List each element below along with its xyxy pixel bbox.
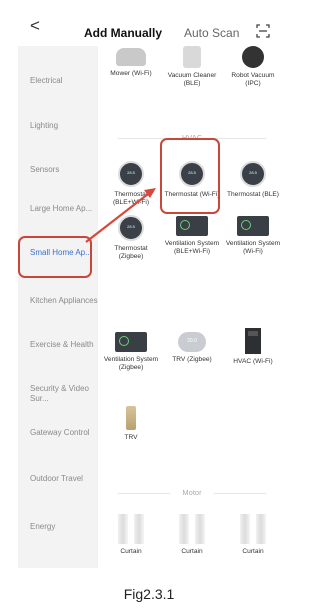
trv-valve-icon	[126, 406, 136, 430]
device-label: Ventilation System (Wi-Fi)	[225, 240, 281, 255]
device-label: Curtain	[181, 548, 203, 555]
device-label: TRV (Zigbee)	[172, 356, 212, 363]
device-ventilation-ble-wifi[interactable]: Ventilation System (BLE+Wi-Fi)	[163, 212, 221, 256]
robot-vacuum-icon	[242, 46, 264, 68]
device-label: Mower (Wi-Fi)	[110, 70, 152, 77]
thermostat-icon: 28.5	[118, 161, 144, 187]
device-mower-wifi[interactable]: Mower (Wi-Fi)	[102, 46, 160, 78]
thermostat-icon: 28.5	[240, 161, 266, 187]
vacuum-icon	[183, 46, 201, 68]
device-trv[interactable]: TRV	[102, 404, 160, 442]
device-ventilation-zigbee[interactable]: Ventilation System (Zigbee)	[102, 328, 160, 372]
device-label: Vacuum Cleaner (BLE)	[167, 72, 217, 87]
device-thermostat-zigbee[interactable]: 28.5 Thermostat (Zigbee)	[102, 212, 160, 261]
thermostat-icon: 28.5	[118, 215, 144, 241]
divider	[214, 138, 266, 139]
device-curtain-3[interactable]: Curtain	[224, 514, 282, 556]
sidebar-item-sensors[interactable]: Sensors	[18, 165, 98, 175]
device-label: Thermostat (Zigbee)	[114, 245, 148, 260]
phone-screen: < Add Manually Auto Scan Electrical Ligh…	[18, 8, 286, 568]
highlight-box-sidebar	[18, 236, 92, 278]
sidebar-item-energy[interactable]: Energy	[18, 522, 98, 532]
device-thermostat-ble[interactable]: 28.5 Thermostat (BLE)	[224, 158, 282, 199]
device-label: Curtain	[120, 548, 142, 555]
device-label: Robot Vacuum (IPC)	[231, 72, 275, 87]
hvac-unit-icon	[245, 328, 261, 354]
sidebar-item-security-video[interactable]: Security & Video Sur...	[18, 384, 98, 404]
device-robot-vacuum-ipc[interactable]: Robot Vacuum (IPC)	[224, 46, 282, 88]
figure-caption: Fig2.3.1	[123, 586, 175, 602]
category-sidebar: Electrical Lighting Sensors Large Home A…	[18, 46, 98, 568]
sidebar-item-electrical[interactable]: Electrical	[18, 76, 98, 86]
device-label: TRV	[124, 434, 138, 441]
sidebar-item-lighting[interactable]: Lighting	[18, 121, 98, 131]
back-button[interactable]: <	[30, 17, 40, 34]
scan-icon[interactable]	[256, 24, 270, 38]
highlight-box-thermostat	[160, 138, 220, 214]
device-grid: Mower (Wi-Fi) Vacuum Cleaner (BLE) Robot…	[98, 46, 286, 568]
device-trv-zigbee[interactable]: 20.0 TRV (Zigbee)	[163, 328, 221, 364]
sidebar-item-kitchen-appliances[interactable]: Kitchen Appliances	[18, 296, 98, 306]
curtain-icon	[118, 514, 144, 544]
device-label: Curtain	[242, 548, 264, 555]
device-hvac-wifi[interactable]: HVAC (Wi-Fi)	[224, 328, 282, 366]
sidebar-item-gateway-control[interactable]: Gateway Control	[18, 428, 98, 438]
sidebar-item-outdoor-travel[interactable]: Outdoor Travel	[18, 474, 98, 484]
top-bar: < Add Manually Auto Scan	[18, 8, 286, 46]
device-label: Ventilation System (BLE+Wi-Fi)	[164, 240, 220, 255]
tab-add-manually[interactable]: Add Manually	[84, 26, 162, 40]
device-curtain-2[interactable]: Curtain	[163, 514, 221, 556]
ventilation-icon	[176, 216, 208, 236]
sidebar-item-exercise-health[interactable]: Exercise & Health	[18, 340, 98, 350]
curtain-icon	[240, 514, 266, 544]
device-vacuum-ble[interactable]: Vacuum Cleaner (BLE)	[163, 46, 221, 88]
device-label: HVAC (Wi-Fi)	[233, 358, 273, 365]
device-thermostat-ble-wifi[interactable]: 28.5 Thermostat (BLE+Wi-Fi)	[102, 158, 160, 207]
mower-icon	[116, 48, 146, 66]
curtain-icon	[179, 514, 205, 544]
device-label: Thermostat (BLE)	[226, 191, 280, 198]
ventilation-icon	[237, 216, 269, 236]
device-label: Thermostat (BLE+Wi-Fi)	[112, 191, 150, 206]
sidebar-item-large-home-appliances[interactable]: Large Home Ap...	[18, 204, 98, 214]
divider	[214, 493, 266, 494]
tab-auto-scan[interactable]: Auto Scan	[184, 26, 239, 40]
ventilation-icon	[115, 332, 147, 352]
device-label: Ventilation System (Zigbee)	[103, 356, 159, 371]
device-ventilation-wifi[interactable]: Ventilation System (Wi-Fi)	[224, 212, 282, 256]
trv-icon: 20.0	[178, 332, 206, 352]
device-curtain-1[interactable]: Curtain	[102, 514, 160, 556]
